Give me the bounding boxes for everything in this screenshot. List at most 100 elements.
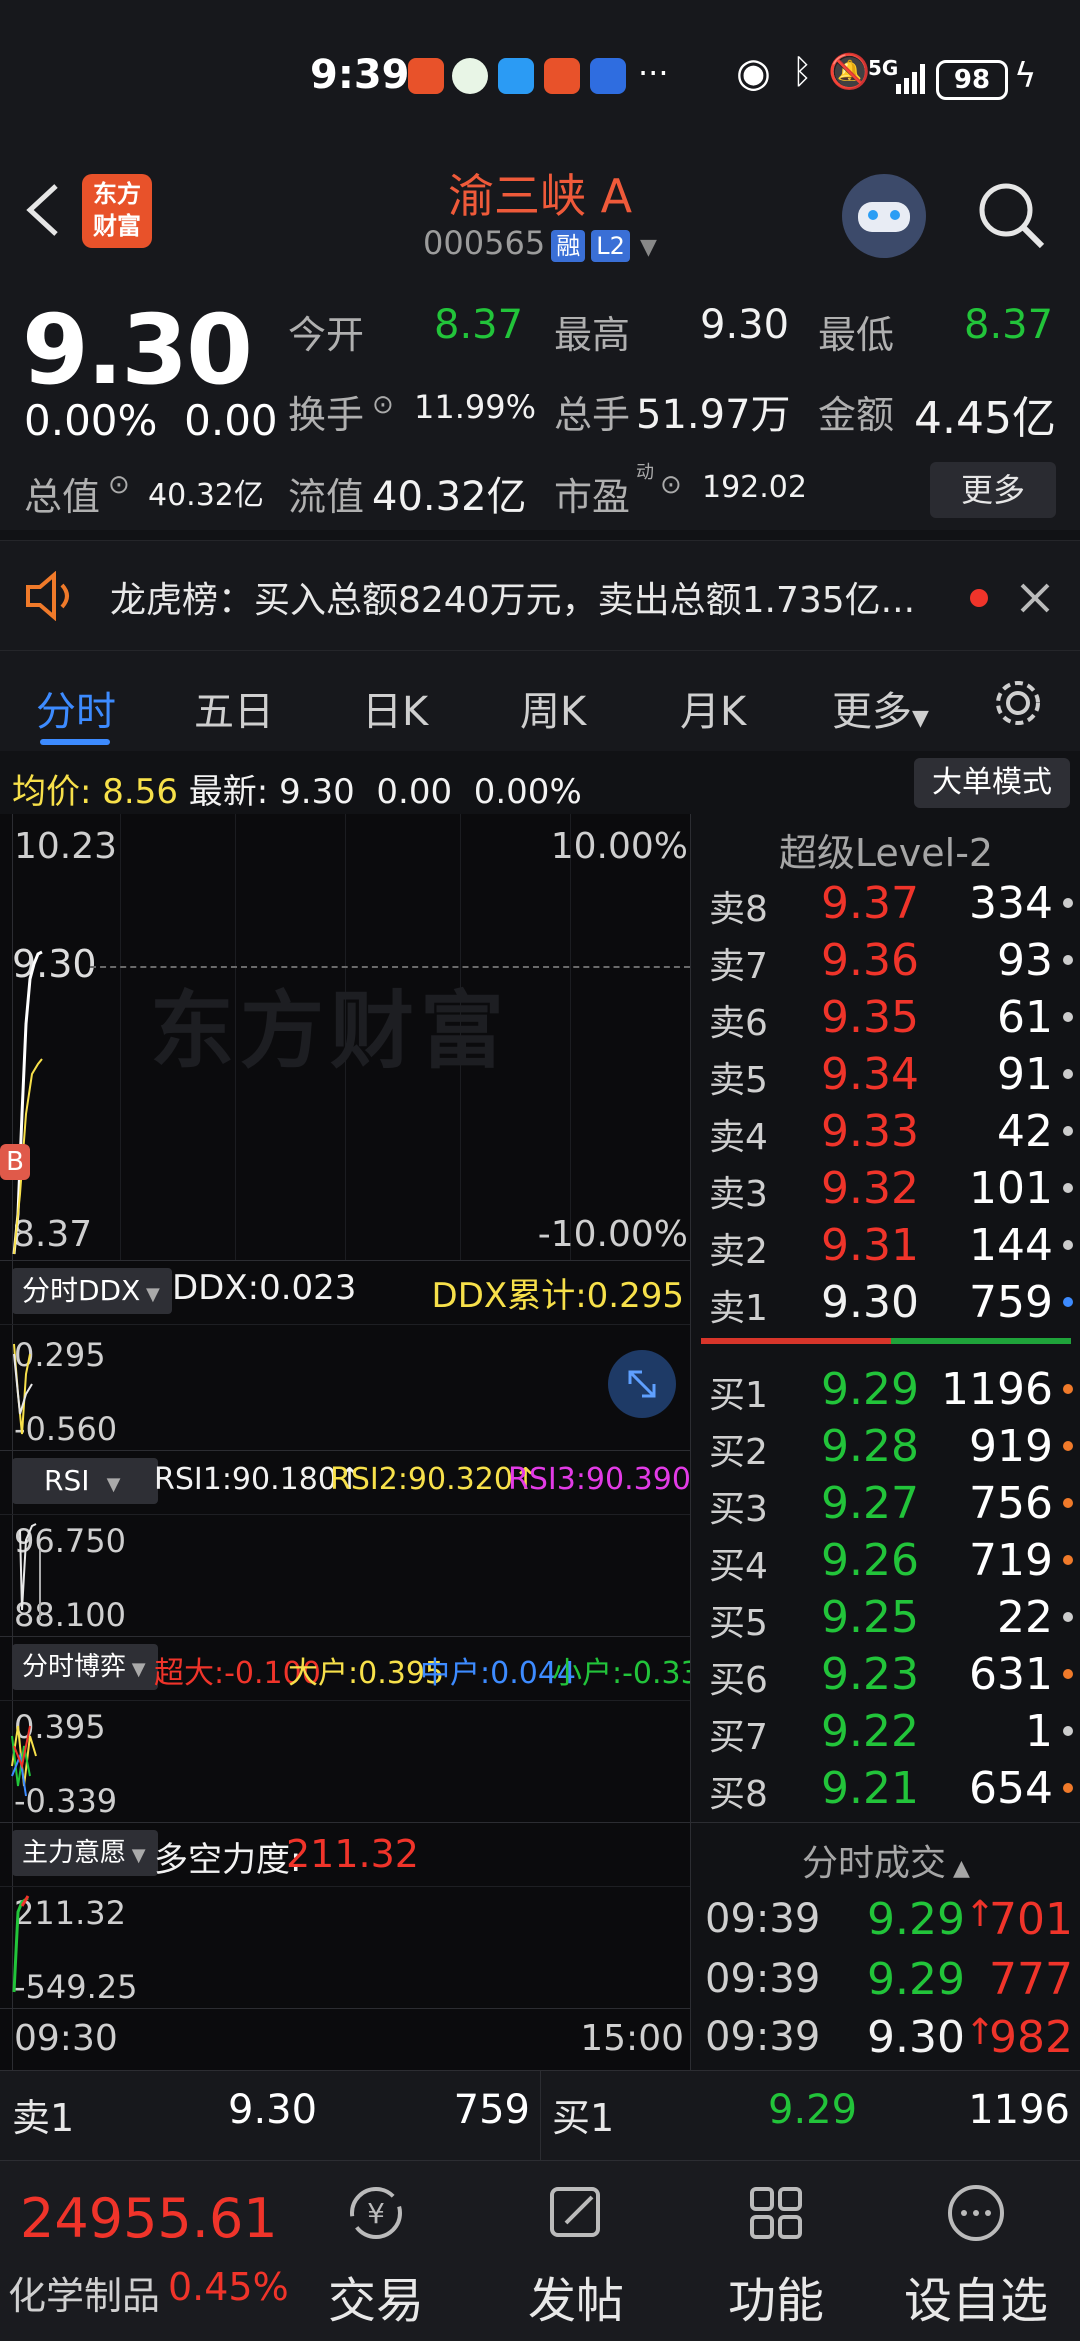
ask-row[interactable]: 卖2 9.31 144 <box>701 1218 1073 1275</box>
close-icon[interactable] <box>1018 581 1052 615</box>
nav-functions[interactable]: 功能 <box>676 2161 876 2341</box>
intraday-chart[interactable]: 东方财富 10.23 10.00% 9.30 8.37 -10.00% B 分时… <box>0 814 719 2070</box>
buy-marker[interactable]: B <box>0 1144 30 1180</box>
low-value: 8.37 <box>964 302 1054 348</box>
bid-row[interactable]: 买6 9.23 631 <box>701 1647 1073 1704</box>
bottom-nav: 24955.61 化学制品 0.45% ¥ 交易 发帖 功能 设自选 <box>0 2160 1080 2341</box>
intent-value: 211.32 <box>286 1832 419 1876</box>
rsi2-value: RSI2:90.320↑ <box>330 1462 539 1497</box>
index-value: 24955.61 <box>20 2187 278 2250</box>
app-notification-icon <box>408 58 444 94</box>
depth-ask-label: 卖1 <box>12 2096 75 2140</box>
big-order-mode-button[interactable]: 大单模式 <box>914 758 1070 808</box>
order-book: 超级Level-2 卖8 9.37 334 卖7 9.36 93 卖6 9.35… <box>690 814 1080 2070</box>
ask-row[interactable]: 卖6 9.35 61 <box>701 990 1073 1047</box>
chevron-down-icon: ▼ <box>126 1845 146 1866</box>
volume-label: 总手 <box>554 393 631 437</box>
depth-ask-vol: 759 <box>453 2087 530 2133</box>
speaker-icon <box>26 571 69 621</box>
bid-row[interactable]: 买2 9.28 919 <box>701 1419 1073 1476</box>
mute-icon: 🔕 <box>828 52 871 92</box>
low-label: 最低 <box>818 313 895 357</box>
trade-row: 09:39 9.29 777 <box>705 1954 1073 2005</box>
ask-row[interactable]: 卖5 9.34 91 <box>701 1047 1073 1104</box>
tab-weekly-k[interactable]: 周K <box>520 679 586 737</box>
trades-title[interactable]: 分时成交 ▲ <box>691 1834 1080 1886</box>
mktcap-label: 总值 <box>24 475 101 519</box>
stock-header: 东方 财富 渝三峡 A 000565 融 L2 ▼ <box>0 160 1080 281</box>
svg-text:¥: ¥ <box>367 2197 385 2230</box>
avg-price-bar: 均价: 8.56 最新: 9.30 0.00 0.00% 大单模式 <box>0 752 1080 814</box>
avg-label: 均价: <box>12 772 92 812</box>
ask-row[interactable]: 卖7 9.36 93 <box>701 933 1073 990</box>
expand-icon[interactable] <box>608 1350 676 1418</box>
price-line <box>12 950 43 1255</box>
tab-intraday[interactable]: 分时 <box>36 679 116 737</box>
index-name: 化学制品 <box>8 2274 161 2318</box>
tab-five-day[interactable]: 五日 <box>194 679 274 737</box>
gear-icon[interactable] <box>990 675 1046 731</box>
pe-label: 市盈 <box>554 475 631 519</box>
more-notifications-icon: ··· <box>638 54 669 92</box>
grid-icon <box>750 2187 802 2239</box>
unread-dot <box>970 589 988 607</box>
nav-trade[interactable]: ¥ 交易 <box>276 2161 476 2341</box>
nav-post[interactable]: 发帖 <box>476 2161 676 2341</box>
yen-cycle-icon: ¥ <box>350 2187 402 2239</box>
info-icon[interactable]: ⊙ <box>108 470 130 500</box>
bid-row[interactable]: 买4 9.26 719 <box>701 1533 1073 1590</box>
tab-monthly-k[interactable]: 月K <box>680 679 746 737</box>
app-notification-icon <box>452 58 488 94</box>
latest-change-pct: 0.00% <box>473 772 582 812</box>
level2-tag: L2 <box>591 230 630 262</box>
robot-assistant-icon[interactable] <box>842 174 926 258</box>
edit-icon <box>550 2187 600 2237</box>
latest-change: 0.00 <box>376 772 453 812</box>
pe-value: 192.02 <box>702 470 807 505</box>
ask-row[interactable]: 卖3 9.32 101 <box>701 1161 1073 1218</box>
search-icon[interactable] <box>974 178 1050 254</box>
notice-bar[interactable]: 龙虎榜：买入总额8240万元，卖出总额1.735亿... <box>0 540 1080 651</box>
pe-dynamic-tag: 动 <box>636 462 654 483</box>
bid-row[interactable]: 买5 9.25 22 <box>701 1590 1073 1647</box>
bid-row[interactable]: 买3 9.27 756 <box>701 1476 1073 1533</box>
ask-row[interactable]: 卖4 9.33 42 <box>701 1104 1073 1161</box>
margin-tag: 融 <box>551 230 586 262</box>
current-price: 9.30 <box>22 294 253 406</box>
ddx-indicator-select[interactable]: 分时DDX ▼ <box>12 1268 172 1314</box>
rsi-indicator-select[interactable]: RSI ▼ <box>12 1458 158 1504</box>
intent-lines <box>12 1895 30 1993</box>
status-bar: 9:39 ··· ◉ ᛒ 🔕 5G 98 ϟ <box>0 0 1080 160</box>
chevron-down-icon: ▼ <box>89 1474 121 1495</box>
ask-row[interactable]: 卖8 9.37 334 <box>701 876 1073 933</box>
bid-row[interactable]: 买8 9.21 654 <box>701 1761 1073 1818</box>
info-icon[interactable]: ⊙ <box>660 470 682 500</box>
depth-bar[interactable]: 卖1 9.30 759 买1 9.29 1196 <box>0 2070 1080 2161</box>
time-end: 15:00 <box>580 2018 684 2059</box>
bid-row[interactable]: 买7 9.22 1 <box>701 1704 1073 1761</box>
amount-label: 金额 <box>818 393 895 437</box>
bulb-app-icon <box>590 58 626 94</box>
bid-row[interactable]: 买1 9.29 1196 <box>701 1362 1073 1419</box>
tab-daily-k[interactable]: 日K <box>362 679 428 737</box>
avg-value: 8.56 <box>102 772 178 812</box>
chevron-down-icon: ▼ <box>640 235 657 260</box>
eye-icon: ◉ <box>736 50 771 96</box>
float-cap-label: 流值 <box>288 475 365 519</box>
order-book-title: 超级Level-2 <box>778 831 994 875</box>
latest-label: 最新: <box>188 772 269 812</box>
quote-panel: 9.30 0.00% 0.00 今开 8.37 最高 9.30 最低 8.37 … <box>0 280 1080 530</box>
tab-more[interactable]: 更多▼ <box>832 679 929 737</box>
ask-row[interactable]: 卖1 9.30 759 <box>701 1275 1073 1332</box>
intent-indicator-select[interactable]: 主力意愿 ▼ <box>12 1830 158 1876</box>
volume-value: 51.97万 <box>636 392 791 438</box>
nav-add-watchlist[interactable]: 设自选 <box>876 2161 1076 2341</box>
more-quote-button[interactable]: 更多 <box>930 462 1056 518</box>
price-change: 0.00% 0.00 <box>24 396 278 445</box>
index-ticker[interactable]: 24955.61 化学制品 0.45% <box>0 2161 290 2341</box>
ddx-cumulative: DDX累计:0.295 <box>431 1276 684 1316</box>
message-app-icon <box>498 58 534 94</box>
info-icon[interactable]: ⊙ <box>372 390 394 420</box>
game-indicator-select[interactable]: 分时博弈 ▼ <box>12 1644 158 1690</box>
rsi-lines <box>19 1523 41 1620</box>
